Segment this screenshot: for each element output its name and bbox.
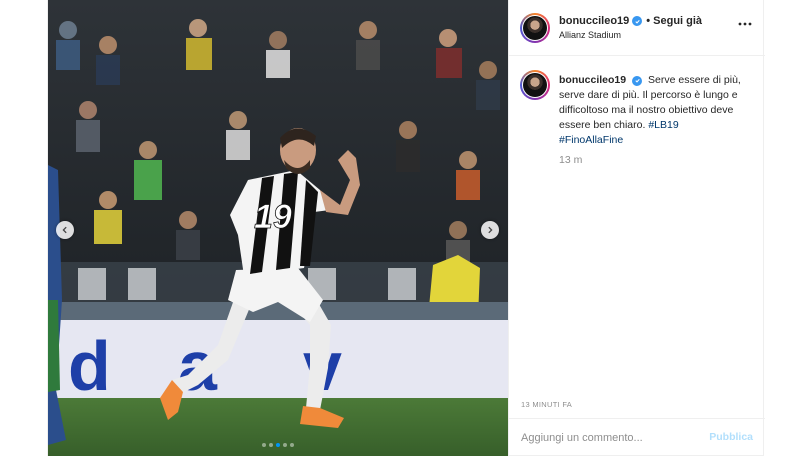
caption: bonuccileo19 Serve essere di più, serve … xyxy=(559,73,753,148)
carousel-dot xyxy=(269,443,273,447)
carousel-indicator xyxy=(48,443,508,447)
carousel-dot xyxy=(276,443,280,447)
caption-username[interactable]: bonuccileo19 xyxy=(559,74,626,86)
verified-badge-icon xyxy=(632,75,643,86)
carousel-dot xyxy=(290,443,294,447)
carousel-next-button[interactable] xyxy=(481,221,499,239)
comments-area: bonuccileo19 Serve essere di più, serve … xyxy=(509,57,765,387)
verified-badge-icon xyxy=(632,16,643,26)
add-comment-section: Pubblica xyxy=(509,418,765,456)
jersey-number: 19 xyxy=(254,198,292,236)
chevron-right-icon xyxy=(488,226,493,234)
instagram-post: d a v 19 xyxy=(47,0,765,456)
caption-time: 13 m xyxy=(559,154,583,166)
more-options-icon[interactable] xyxy=(737,19,753,29)
location-link[interactable]: Allianz Stadium xyxy=(559,30,621,40)
post-image: d a v 19 xyxy=(48,0,508,456)
publish-button[interactable]: Pubblica xyxy=(709,431,753,443)
post-timestamp[interactable]: 13 MINUTI FA xyxy=(521,400,572,409)
svg-text:d: d xyxy=(68,327,111,405)
caption-avatar[interactable] xyxy=(520,70,550,100)
post-side-panel: bonuccileo19 • Segui già Allianz Stadium… xyxy=(508,0,765,456)
carousel-prev-button[interactable] xyxy=(56,221,74,239)
header-username[interactable]: bonuccileo19 xyxy=(559,15,629,27)
avatar[interactable] xyxy=(520,13,550,43)
follow-status-button[interactable]: Segui già xyxy=(653,15,702,27)
carousel-dot xyxy=(283,443,287,447)
post-photo[interactable]: d a v 19 xyxy=(48,0,508,456)
hashtag-link[interactable]: #LB19 xyxy=(648,119,678,131)
hashtag-link[interactable]: #FinoAllaFine xyxy=(559,134,623,146)
separator: • xyxy=(646,15,651,27)
post-header: bonuccileo19 • Segui già Allianz Stadium xyxy=(509,0,765,56)
comment-input[interactable] xyxy=(521,429,691,447)
chevron-left-icon xyxy=(62,226,67,234)
carousel-dot xyxy=(262,443,266,447)
